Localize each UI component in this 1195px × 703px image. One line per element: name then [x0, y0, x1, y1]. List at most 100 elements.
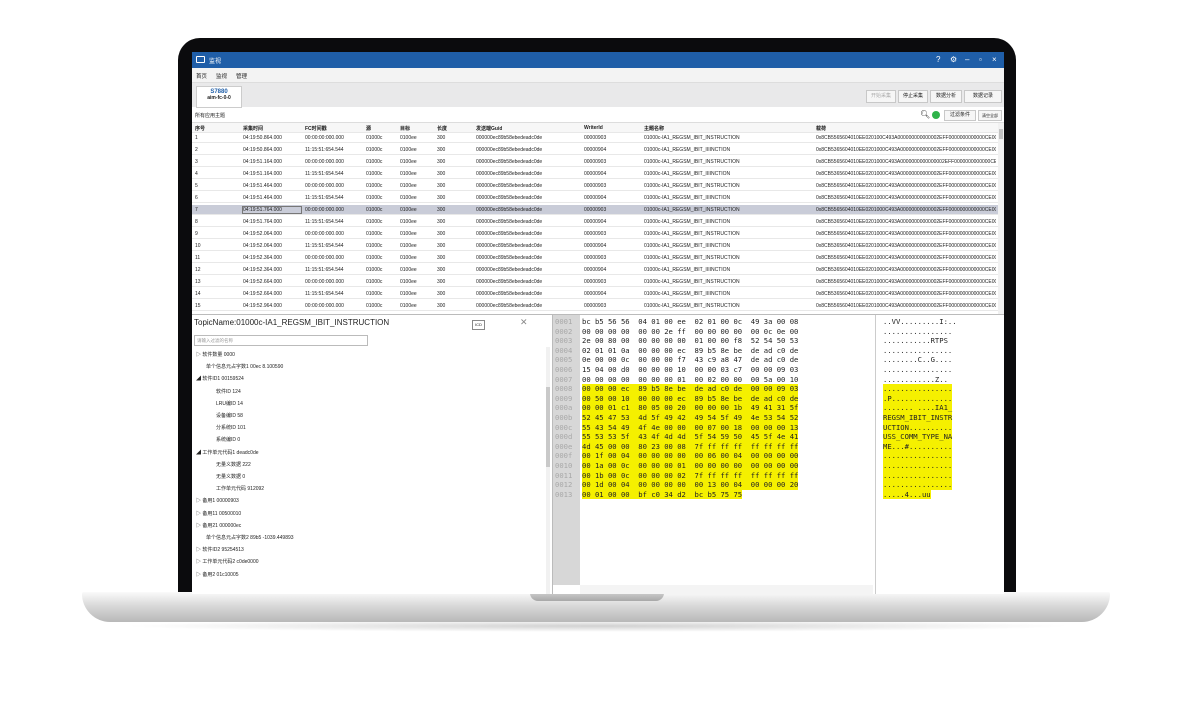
scroll-thumb[interactable] [546, 387, 550, 467]
tree-node[interactable]: 单个信息元占字数1 00ec 8.100590 [206, 363, 283, 370]
table-row[interactable]: 6 04:19:51.464.000 11:15:51:654.544 01000c 0… [192, 193, 998, 203]
filter-input[interactable]: 请输入过滤的名称 [194, 335, 368, 346]
scroll-thumb[interactable] [999, 129, 1003, 139]
table-row[interactable]: 9 04:19:52.064.000 00:00:00:000.000 01000c 0… [192, 229, 998, 239]
hex-ascii[interactable]: .P.............. [883, 393, 953, 404]
tree-node[interactable]: 工作单元代码 912092 [216, 485, 264, 492]
tree-node[interactable]: 系统编ID 0 [216, 436, 240, 443]
hex-bytes[interactable]: 55 53 53 5f 43 4f 4d 4d 5f 54 59 50 45 5… [582, 432, 799, 442]
table-row[interactable]: 7 04:19:51.764.000 00:00:00:000.000 01000c 0… [192, 205, 998, 215]
settings-icon[interactable]: ⚙ [950, 55, 957, 64]
topic-select[interactable]: 所有应用主题 [195, 112, 225, 119]
data-analysis-button[interactable]: 数据分析 [930, 90, 962, 103]
clear-all-button[interactable]: 清空全部 [978, 110, 1002, 121]
data-record-button[interactable]: 数据记录 [964, 90, 1002, 103]
maximize-icon[interactable]: ▫ [979, 55, 982, 64]
table-row[interactable]: 11 04:19:52.364.000 00:00:00:000.000 01000c… [192, 253, 998, 263]
hex-ascii[interactable]: ................ [883, 327, 952, 337]
hex-ascii[interactable]: ................ [883, 451, 953, 461]
hex-ascii[interactable]: ME...#.......... [883, 441, 953, 452]
minimize-icon[interactable]: – [965, 55, 969, 64]
tree-node[interactable]: 软件ID 124 [216, 388, 241, 395]
hex-scrollbar[interactable] [580, 585, 873, 594]
table-row[interactable]: 5 04:19:51.464.000 00:00:00:000.000 01000c 0… [192, 181, 998, 191]
tree-scrollbar[interactable] [546, 347, 550, 594]
col-header[interactable]: 载荷 [816, 125, 826, 132]
tree-node[interactable]: 无量义数据 222 [216, 461, 251, 468]
hex-ascii[interactable]: ............Z.. [883, 375, 948, 385]
stop-capture-button[interactable]: 停止采集 [898, 90, 928, 103]
hex-ascii[interactable]: ................ [883, 365, 952, 375]
tree-node[interactable]: 分系统ID 101 [216, 424, 246, 431]
hex-ascii[interactable]: ................ [883, 346, 952, 356]
hex-bytes[interactable]: 00 1b 00 0c 00 00 00 02 7f ff ff ff ff f… [582, 470, 799, 481]
tree-node[interactable]: ▷ 备用11 00500010 [196, 510, 241, 517]
tree-node[interactable]: ▷ 软件数量 0000 [196, 351, 235, 358]
hex-ascii[interactable]: ................ [883, 461, 953, 471]
table-row[interactable]: 15 04:19:52.964.000 00:00:00:000.000 01000c… [192, 301, 998, 311]
table-row[interactable]: 12 04:19:52.364.000 11:15:51:654.544 01000c… [192, 265, 998, 275]
hex-bytes[interactable]: 0e 00 00 0c 00 00 00 f7 43 c9 a8 47 de a… [582, 355, 798, 365]
table-row[interactable]: 10 04:19:52.064.000 11:15:51:654.544 01000c… [192, 241, 998, 251]
col-header[interactable]: 目标 [400, 125, 410, 132]
filter-button[interactable]: 过滤条件 [944, 110, 976, 121]
tree-node[interactable]: 设备编ID 58 [216, 412, 243, 419]
col-header[interactable]: 采集时间 [243, 125, 263, 132]
hex-bytes[interactable]: bc b5 56 56 04 01 00 ee 02 01 00 0c 49 3… [582, 317, 798, 327]
col-header[interactable]: 源 [366, 125, 371, 132]
search-icon[interactable]: 🔍︎ [920, 110, 930, 119]
hex-ascii[interactable]: REGSM_IBIT_INSTR [883, 413, 953, 423]
tree-node[interactable]: ▷ 软件ID2 95254513 [196, 546, 244, 553]
hex-bytes[interactable]: 00 50 00 10 00 00 00 ec 89 b5 8e be de a… [582, 393, 799, 404]
hex-bytes[interactable]: 00 01 00 00 bf c0 34 d2 bc b5 75 75 [582, 489, 743, 500]
table-row[interactable]: 14 04:19:52.664.000 11:15:51:654.544 01000c… [192, 289, 998, 299]
hex-ascii[interactable]: .....4...uu [883, 489, 931, 500]
start-capture-button[interactable]: 开始采集 [866, 90, 896, 103]
hex-bytes[interactable]: 00 00 00 ec 89 b5 8e be de ad c0 de 00 0… [582, 384, 799, 394]
device-card[interactable]: S7880 aim-fc-0-0 [196, 86, 242, 108]
hex-ascii[interactable]: ........C..G.... [883, 355, 952, 365]
tree-node[interactable]: ◢ 软件ID1 00159524 [196, 375, 244, 382]
hex-ascii[interactable]: ................ [883, 480, 953, 490]
help-icon[interactable]: ? [936, 55, 940, 64]
menu-manage[interactable]: 管理 [236, 72, 247, 80]
hex-ascii[interactable]: ..VV.........I:.. [883, 317, 957, 327]
hex-ascii[interactable]: USS_COMM_TYPE_NA [883, 432, 953, 442]
hex-bytes[interactable]: 2e 00 80 00 00 00 00 00 01 00 00 f8 52 5… [582, 336, 798, 346]
close-icon[interactable]: × [992, 55, 997, 64]
hex-bytes[interactable]: 4d 45 00 00 80 23 00 08 7f ff ff ff ff f… [582, 441, 799, 452]
collapse-icon[interactable]: ✕ [520, 317, 528, 328]
hex-bytes[interactable]: 00 00 00 00 00 00 00 01 00 02 00 00 00 5… [582, 375, 798, 385]
table-row[interactable]: 1 04:19:50.864.000 00:00:00:000.000 01000c 0… [192, 133, 998, 143]
col-header[interactable]: 序号 [195, 125, 205, 132]
tree-node[interactable]: ▷ 备用2 01c10005 [196, 571, 239, 578]
hex-ascii[interactable]: ....... ....IA1_ [883, 403, 953, 413]
tree-node[interactable]: ▷ 备用1 00000903 [196, 497, 239, 504]
table-row[interactable]: 13 04:19:52.664.000 00:00:00:000.000 01000c… [192, 277, 998, 287]
table-scrollbar[interactable] [998, 123, 1004, 314]
menu-home[interactable]: 首页 [196, 72, 207, 80]
hex-ascii[interactable]: ...........RTPS [883, 336, 948, 346]
hex-bytes[interactable]: 00 1f 00 04 00 00 00 00 00 06 00 04 00 0… [582, 451, 799, 461]
table-row[interactable]: 4 04:19:51.164.000 11:15:51:654.544 01000c 0… [192, 169, 998, 179]
hex-bytes[interactable]: 52 45 47 53 4d 5f 49 42 49 54 5f 49 4e 5… [582, 413, 799, 423]
hex-bytes[interactable]: 02 01 01 0a 00 00 00 ec 89 b5 8e be de a… [582, 346, 798, 356]
col-header[interactable]: 发送端Guid [476, 125, 502, 132]
col-header[interactable]: 主题名称 [644, 125, 664, 132]
hex-bytes[interactable]: 00 00 01 c1 80 05 00 20 00 00 00 1b 49 4… [582, 403, 799, 413]
col-header[interactable]: FC时间戳 [305, 125, 327, 132]
hex-bytes[interactable]: 00 1a 00 0c 00 00 00 01 00 00 00 00 00 0… [582, 461, 799, 471]
hex-bytes[interactable]: 00 1d 00 04 00 00 00 00 00 13 00 04 00 0… [582, 480, 799, 490]
col-header[interactable]: WriterId [584, 125, 603, 131]
hex-bytes[interactable]: 15 04 00 d0 00 00 00 10 00 00 03 c7 00 0… [582, 365, 798, 375]
tree-node[interactable]: ◢ 工作单元代码1 deadc0de [196, 449, 259, 456]
hex-bytes[interactable]: 00 00 00 00 00 00 2e ff 00 00 00 00 00 0… [582, 327, 798, 337]
table-row[interactable]: 3 04:19:51.164.000 00:00:00:000.000 01000c 0… [192, 157, 998, 167]
tree-node[interactable]: 单个信息元占字数2 89b5 -1039.449893 [206, 534, 294, 541]
icd-icon[interactable]: ICD [472, 320, 485, 330]
table-row[interactable]: 2 04:19:50.864.000 11:15:51:654.544 01000c 0… [192, 145, 998, 155]
hex-ascii[interactable]: ................ [883, 384, 953, 394]
tree-node[interactable]: LRU编ID 14 [216, 400, 243, 407]
hex-ascii[interactable]: UCTION.......... [883, 422, 953, 433]
hex-bytes[interactable]: 55 43 54 49 4f 4e 00 00 00 07 00 18 00 0… [582, 422, 799, 433]
